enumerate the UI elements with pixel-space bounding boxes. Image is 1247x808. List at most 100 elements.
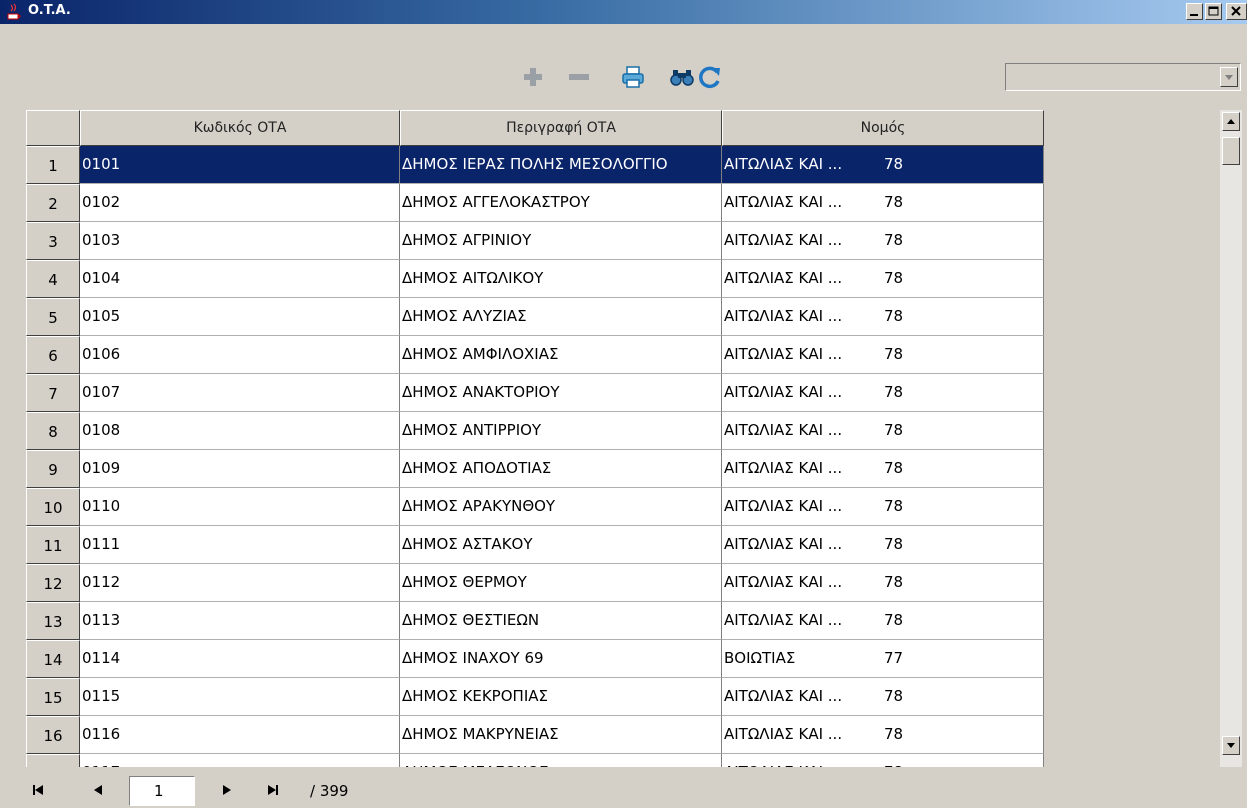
cell-nomos[interactable]: ΑΙΤΩΛΙΑΣ ΚΑΙ ... 78 bbox=[722, 222, 1044, 260]
cell-nomos[interactable]: ΑΙΤΩΛΙΑΣ ΚΑΙ ... 78 bbox=[722, 754, 1044, 767]
refresh-icon[interactable] bbox=[697, 64, 723, 90]
cell-description[interactable]: ΔΗΜΟΣ ΑΜΦΙΛΟΧΙΑΣ bbox=[400, 336, 722, 374]
cell-description[interactable]: ΔΗΜΟΣ ΙΕΡΑΣ ΠΟΛΗΣ ΜΕΣΟΛΟΓΓΙΟ bbox=[400, 146, 722, 184]
cell-nomos[interactable]: ΑΙΤΩΛΙΑΣ ΚΑΙ ... 78 bbox=[722, 716, 1044, 754]
cell-nomos[interactable]: ΑΙΤΩΛΙΑΣ ΚΑΙ ... 78 bbox=[722, 184, 1044, 222]
row-number[interactable]: 5 bbox=[26, 298, 80, 336]
row-number[interactable]: 6 bbox=[26, 336, 80, 374]
cell-nomos[interactable]: ΑΙΤΩΛΙΑΣ ΚΑΙ ... 78 bbox=[722, 260, 1044, 298]
table-row[interactable]: 4 0104 ΔΗΜΟΣ ΑΙΤΩΛΙΚΟΥ ΑΙΤΩΛΙΑΣ ΚΑΙ ... 78 bbox=[26, 260, 1044, 298]
cell-description[interactable]: ΔΗΜΟΣ ΑΓΡΙΝΙΟΥ bbox=[400, 222, 722, 260]
scroll-up-button[interactable] bbox=[1222, 112, 1240, 131]
cell-description[interactable]: ΔΗΜΟΣ ΙΝΑΧΟΥ 69 bbox=[400, 640, 722, 678]
scroll-down-button[interactable] bbox=[1222, 736, 1240, 755]
table-row[interactable]: 15 0115 ΔΗΜΟΣ ΚΕΚΡΟΠΙΑΣ ΑΙΤΩΛΙΑΣ ΚΑΙ ... 78 bbox=[26, 678, 1044, 716]
cell-code[interactable]: 0108 bbox=[80, 412, 400, 450]
table-row[interactable]: 16 0116 ΔΗΜΟΣ ΜΑΚΡΥΝΕΙΑΣ ΑΙΤΩΛΙΑΣ ΚΑΙ ... 78 bbox=[26, 716, 1044, 754]
table-row[interactable]: 14 0114 ΔΗΜΟΣ ΙΝΑΧΟΥ 69 ΒΟΙΩΤΙΑΣ 77 bbox=[26, 640, 1044, 678]
print-icon[interactable] bbox=[620, 64, 646, 90]
scroll-thumb[interactable] bbox=[1222, 137, 1240, 165]
row-number[interactable]: 4 bbox=[26, 260, 80, 298]
cell-code[interactable]: 0110 bbox=[80, 488, 400, 526]
add-icon[interactable] bbox=[520, 64, 546, 90]
cell-code[interactable]: 0109 bbox=[80, 450, 400, 488]
table-row[interactable]: 10 0110 ΔΗΜΟΣ ΑΡΑΚΥΝΘΟΥ ΑΙΤΩΛΙΑΣ ΚΑΙ ... 78 bbox=[26, 488, 1044, 526]
table-row[interactable]: 5 0105 ΔΗΜΟΣ ΑΛΥΖΙΑΣ ΑΙΤΩΛΙΑΣ ΚΑΙ ... 78 bbox=[26, 298, 1044, 336]
cell-code[interactable]: 0111 bbox=[80, 526, 400, 564]
table-row[interactable]: 1 0101 ΔΗΜΟΣ ΙΕΡΑΣ ΠΟΛΗΣ ΜΕΣΟΛΟΓΓΙΟ ΑΙΤΩΛΙΑ… bbox=[26, 146, 1044, 184]
table-row[interactable]: 8 0108 ΔΗΜΟΣ ΑΝΤΙΡΡΙΟΥ ΑΙΤΩΛΙΑΣ ΚΑΙ ... 78 bbox=[26, 412, 1044, 450]
cell-nomos[interactable]: ΑΙΤΩΛΙΑΣ ΚΑΙ ... 78 bbox=[722, 564, 1044, 602]
table-row[interactable]: 12 0112 ΔΗΜΟΣ ΘΕΡΜΟΥ ΑΙΤΩΛΙΑΣ ΚΑΙ ... 78 bbox=[26, 564, 1044, 602]
table-row[interactable]: 7 0107 ΔΗΜΟΣ ΑΝΑΚΤΟΡΙΟΥ ΑΙΤΩΛΙΑΣ ΚΑΙ ... 78 bbox=[26, 374, 1044, 412]
cell-description[interactable]: ΔΗΜΟΣ ΑΠΟΔΟΤΙΑΣ bbox=[400, 450, 722, 488]
cell-nomos[interactable]: ΑΙΤΩΛΙΑΣ ΚΑΙ ... 78 bbox=[722, 678, 1044, 716]
cell-code[interactable]: 0116 bbox=[80, 716, 400, 754]
cell-code[interactable]: 0113 bbox=[80, 602, 400, 640]
table-row[interactable]: 3 0103 ΔΗΜΟΣ ΑΓΡΙΝΙΟΥ ΑΙΤΩΛΙΑΣ ΚΑΙ ... 78 bbox=[26, 222, 1044, 260]
combo-dropdown-button[interactable] bbox=[1220, 67, 1238, 87]
table-row[interactable]: 11 0111 ΔΗΜΟΣ ΑΣΤΑΚΟΥ ΑΙΤΩΛΙΑΣ ΚΑΙ ... 78 bbox=[26, 526, 1044, 564]
cell-description[interactable]: ΔΗΜΟΣ ΑΓΓΕΛΟΚΑΣΤΡΟΥ bbox=[400, 184, 722, 222]
row-number[interactable]: 15 bbox=[26, 678, 80, 716]
cell-description[interactable]: ΔΗΜΟΣ ΑΝΤΙΡΡΙΟΥ bbox=[400, 412, 722, 450]
table-row[interactable]: 2 0102 ΔΗΜΟΣ ΑΓΓΕΛΟΚΑΣΤΡΟΥ ΑΙΤΩΛΙΑΣ ΚΑΙ ...… bbox=[26, 184, 1044, 222]
cell-code[interactable]: 0102 bbox=[80, 184, 400, 222]
cell-nomos[interactable]: ΑΙΤΩΛΙΑΣ ΚΑΙ ... 78 bbox=[722, 336, 1044, 374]
table-row[interactable]: 9 0109 ΔΗΜΟΣ ΑΠΟΔΟΤΙΑΣ ΑΙΤΩΛΙΑΣ ΚΑΙ ... 78 bbox=[26, 450, 1044, 488]
cell-nomos[interactable]: ΒΟΙΩΤΙΑΣ 77 bbox=[722, 640, 1044, 678]
cell-description[interactable]: ΔΗΜΟΣ ΑΡΑΚΥΝΘΟΥ bbox=[400, 488, 722, 526]
cell-code[interactable]: 0117 bbox=[80, 754, 400, 767]
row-number[interactable]: 14 bbox=[26, 640, 80, 678]
cell-code[interactable]: 0106 bbox=[80, 336, 400, 374]
row-number[interactable]: 3 bbox=[26, 222, 80, 260]
cell-code[interactable]: 0105 bbox=[80, 298, 400, 336]
cell-code[interactable]: 0107 bbox=[80, 374, 400, 412]
row-number[interactable]: 9 bbox=[26, 450, 80, 488]
cell-description[interactable]: ΔΗΜΟΣ ΑΣΤΑΚΟΥ bbox=[400, 526, 722, 564]
cell-code[interactable]: 0114 bbox=[80, 640, 400, 678]
row-number[interactable]: 10 bbox=[26, 488, 80, 526]
table-row[interactable]: 6 0106 ΔΗΜΟΣ ΑΜΦΙΛΟΧΙΑΣ ΑΙΤΩΛΙΑΣ ΚΑΙ ... 78 bbox=[26, 336, 1044, 374]
close-button[interactable] bbox=[1226, 3, 1247, 20]
cell-nomos[interactable]: ΑΙΤΩΛΙΑΣ ΚΑΙ ... 78 bbox=[722, 298, 1044, 336]
row-number[interactable]: 13 bbox=[26, 602, 80, 640]
cell-code[interactable]: 0104 bbox=[80, 260, 400, 298]
cell-description[interactable]: ΔΗΜΟΣ ΑΝΑΚΤΟΡΙΟΥ bbox=[400, 374, 722, 412]
previous-page-icon[interactable] bbox=[88, 780, 110, 800]
cell-description[interactable]: ΔΗΜΟΣ ΑΛΥΖΙΑΣ bbox=[400, 298, 722, 336]
cell-code[interactable]: 0101 bbox=[80, 146, 400, 184]
row-number[interactable]: 17 bbox=[26, 754, 80, 767]
column-header-nomos[interactable]: Νομός bbox=[722, 110, 1044, 146]
row-number[interactable]: 16 bbox=[26, 716, 80, 754]
minimize-button[interactable] bbox=[1186, 3, 1203, 20]
row-number[interactable]: 2 bbox=[26, 184, 80, 222]
row-number[interactable]: 11 bbox=[26, 526, 80, 564]
page-number-input[interactable] bbox=[129, 776, 195, 806]
cell-code[interactable]: 0115 bbox=[80, 678, 400, 716]
cell-description[interactable]: ΔΗΜΟΣ ΜΕΔΕΩΝΟΣ bbox=[400, 754, 722, 767]
search-icon[interactable] bbox=[669, 64, 695, 90]
filter-combo[interactable] bbox=[1005, 63, 1241, 91]
cell-nomos[interactable]: ΑΙΤΩΛΙΑΣ ΚΑΙ ... 78 bbox=[722, 146, 1044, 184]
row-number[interactable]: 1 bbox=[26, 146, 80, 184]
cell-description[interactable]: ΔΗΜΟΣ ΑΙΤΩΛΙΚΟΥ bbox=[400, 260, 722, 298]
first-page-icon[interactable] bbox=[28, 780, 50, 800]
cell-description[interactable]: ΔΗΜΟΣ ΘΕΣΤΙΕΩΝ bbox=[400, 602, 722, 640]
vertical-scrollbar[interactable] bbox=[1220, 110, 1242, 767]
row-number[interactable]: 7 bbox=[26, 374, 80, 412]
column-header-description[interactable]: Περιγραφή ΟΤΑ bbox=[400, 110, 722, 146]
cell-nomos[interactable]: ΑΙΤΩΛΙΑΣ ΚΑΙ ... 78 bbox=[722, 488, 1044, 526]
cell-nomos[interactable]: ΑΙΤΩΛΙΑΣ ΚΑΙ ... 78 bbox=[722, 450, 1044, 488]
cell-description[interactable]: ΔΗΜΟΣ ΜΑΚΡΥΝΕΙΑΣ bbox=[400, 716, 722, 754]
row-number[interactable]: 12 bbox=[26, 564, 80, 602]
next-page-icon[interactable] bbox=[215, 780, 237, 800]
remove-icon[interactable] bbox=[566, 64, 592, 90]
column-header-code[interactable]: Κωδικός ΟΤΑ bbox=[80, 110, 400, 146]
cell-description[interactable]: ΔΗΜΟΣ ΚΕΚΡΟΠΙΑΣ bbox=[400, 678, 722, 716]
cell-nomos[interactable]: ΑΙΤΩΛΙΑΣ ΚΑΙ ... 78 bbox=[722, 412, 1044, 450]
table-row[interactable]: 170117ΔΗΜΟΣ ΜΕΔΕΩΝΟΣΑΙΤΩΛΙΑΣ ΚΑΙ ... 78 bbox=[26, 754, 1044, 767]
cell-nomos[interactable]: ΑΙΤΩΛΙΑΣ ΚΑΙ ... 78 bbox=[722, 374, 1044, 412]
cell-code[interactable]: 0103 bbox=[80, 222, 400, 260]
table-row[interactable]: 13 0113 ΔΗΜΟΣ ΘΕΣΤΙΕΩΝ ΑΙΤΩΛΙΑΣ ΚΑΙ ... 78 bbox=[26, 602, 1044, 640]
